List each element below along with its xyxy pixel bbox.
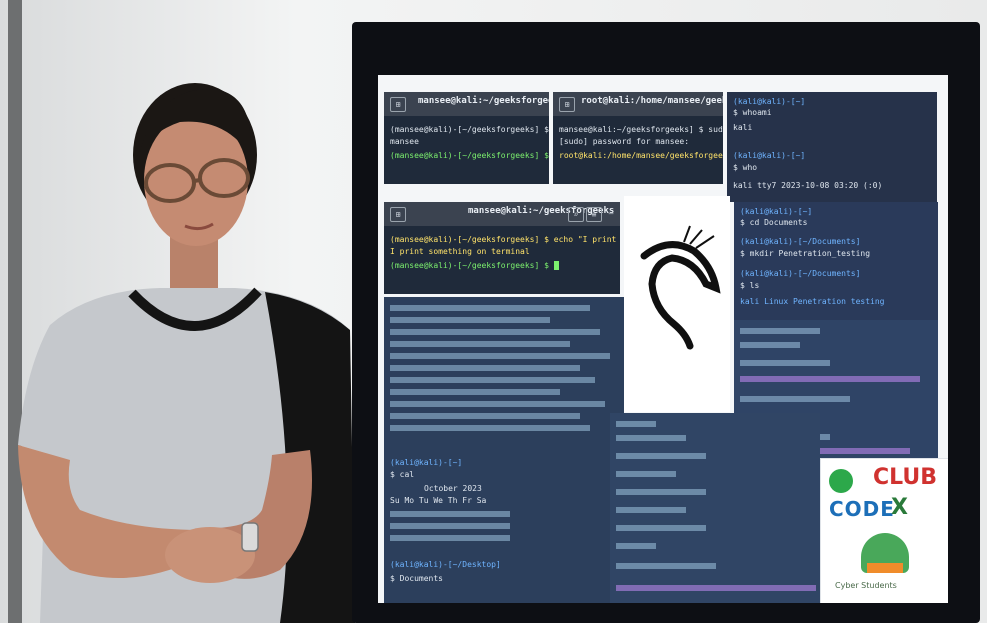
listing-row — [740, 376, 920, 382]
listing-row — [616, 543, 656, 549]
listing-row — [616, 525, 706, 531]
listing-row — [390, 317, 550, 323]
terminal-line: I print something on terminal — [390, 247, 530, 256]
listing-row — [616, 489, 706, 495]
club-text: CLUB — [873, 465, 938, 490]
x-text: X — [891, 495, 908, 520]
prompt-text: (mansee@kali)-[~/geeksforgeeks] $ — [390, 151, 549, 160]
terminal-line: (kali@kali)-[~] — [390, 458, 463, 467]
terminal-line: $ ls — [740, 281, 760, 290]
terminal-prompt: (mansee@kali)-[~/geeksforgeeks] $ — [390, 150, 549, 161]
listing-row — [390, 305, 590, 311]
terminal-line: kali tty7 2023-10-08 03:20 (:0) — [733, 181, 883, 190]
new-tab-icon[interactable]: ⊞ — [559, 97, 575, 112]
terminal-line: kali — [733, 123, 753, 132]
terminal-prompt: root@kali:/home/mansee/geeksforgeeks# — [559, 150, 723, 161]
terminal-line: (kali@kali)-[~] — [733, 151, 806, 160]
calendar-row — [390, 523, 510, 529]
kali-dragon-icon — [640, 225, 721, 350]
terminal-line: mansee — [390, 137, 419, 146]
terminal-window-top-mid[interactable]: ⊞ root@kali:/home/mansee/geeksforgeeks m… — [553, 92, 723, 184]
terminal-line: $ Documents — [390, 574, 443, 583]
terminal-window-bottom-left[interactable]: (kali@kali)-[~] $ cal October 2023 Su Mo… — [384, 297, 624, 603]
listing-row — [390, 377, 595, 383]
tv-screen: ⊞ mansee@kali:~/geeksforgeeks (mansee@ka… — [378, 75, 948, 603]
listing-row — [740, 360, 830, 366]
listing-row — [390, 353, 610, 359]
terminal-line: $ cd Documents — [740, 218, 808, 227]
terminal-line: mansee@kali:~/geeksforgeeks] $ sudo su — [559, 125, 723, 134]
terminal-window-mid-left[interactable]: ⊞ mansee@kali:~/geeksforgeeks ⌕ ≡ – (man… — [384, 202, 620, 294]
terminal-window-top-right[interactable]: (kali@kali)-[~] $ whoami kali (kali@kali… — [727, 92, 937, 202]
terminal-line: kali Linux Penetration testing — [740, 297, 885, 306]
listing-row — [390, 341, 570, 347]
terminal-line: (kali@kali)-[~] — [740, 207, 813, 216]
listing-row — [740, 328, 820, 334]
listing-row — [616, 435, 686, 441]
terminal-titlebar[interactable]: ⊞ root@kali:/home/mansee/geeksforgeeks — [553, 92, 723, 116]
listing-row — [740, 396, 850, 402]
kali-dragon-wallpaper — [624, 196, 730, 412]
listing-row — [616, 453, 706, 459]
calendar-row — [390, 535, 510, 541]
terminal-line: [sudo] password for mansee: — [559, 137, 690, 146]
terminal-line: (kali@kali)-[~/Desktop] — [390, 560, 501, 569]
terminal-line: $ who — [733, 163, 758, 172]
listing-row — [740, 342, 800, 348]
terminal-window-bottom-mid[interactable] — [610, 413, 820, 603]
listing-row — [390, 389, 560, 395]
terminal-line: $ whoami — [733, 108, 772, 117]
listing-row — [616, 421, 656, 427]
prompt-text: (mansee@kali)-[~/geeksforgeeks] $ — [390, 261, 549, 270]
terminal-line: (kali@kali)-[~/Documents] — [740, 269, 861, 278]
terminal-line: (kali@kali)-[~] — [733, 97, 806, 106]
calendar-row — [390, 511, 510, 517]
listing-row — [616, 585, 816, 591]
minimize-icon[interactable]: – — [604, 207, 618, 220]
terminal-titlebar[interactable]: ⊞ mansee@kali:~/geeksforgeeks — [384, 92, 549, 116]
terminal-window-top-left[interactable]: ⊞ mansee@kali:~/geeksforgeeks (mansee@ka… — [384, 92, 549, 184]
listing-row — [616, 563, 716, 569]
listing-row — [390, 413, 580, 419]
terminal-titlebar[interactable]: ⊞ mansee@kali:~/geeksforgeeks ⌕ ≡ – — [384, 202, 620, 226]
prompt-text: root@kali:/home/mansee/geeksforgeeks# — [559, 151, 723, 160]
listing-row — [390, 329, 600, 335]
menu-icon[interactable]: ≡ — [586, 207, 602, 222]
listing-row — [390, 425, 590, 431]
listing-row — [616, 507, 686, 513]
terminal-line: October 2023 — [424, 484, 482, 493]
terminal-line: $ cal — [390, 470, 415, 479]
listing-row — [390, 401, 605, 407]
code-text: CODE — [829, 497, 895, 521]
club-logo-icon — [829, 469, 853, 493]
terminal-title: root@kali:/home/mansee/geeksforgeeks — [581, 96, 723, 106]
terminal-line: (mansee@kali)-[~/geeksforgeeks] $ echo "… — [390, 235, 620, 244]
listing-row — [390, 365, 580, 371]
new-tab-icon[interactable]: ⊞ — [390, 207, 406, 222]
new-tab-icon[interactable]: ⊞ — [390, 97, 406, 112]
terminal-line: (mansee@kali)-[~/geeksforgeeks] $ whoami — [390, 125, 549, 134]
text-cursor — [553, 261, 559, 270]
search-icon[interactable]: ⌕ — [568, 207, 584, 222]
terminal-line: $ mkdir Penetration_testing — [740, 249, 871, 258]
presenter — [18, 83, 355, 623]
listing-row — [616, 471, 676, 477]
terminal-prompt: (mansee@kali)-[~/geeksforgeeks] $ — [390, 260, 559, 271]
terminal-title: mansee@kali:~/geeksforgeeks — [418, 96, 549, 106]
club-logo-card: CLUB CODE X Cyber Students — [820, 458, 948, 603]
logo-band — [867, 563, 903, 573]
terminal-line: (kali@kali)-[~/Documents] — [740, 237, 861, 246]
terminal-window-right-mid[interactable]: (kali@kali)-[~] $ cd Documents (kali@kal… — [734, 202, 938, 320]
terminal-line: Su Mo Tu We Th Fr Sa — [390, 496, 487, 505]
logo-caption: Cyber Students — [835, 581, 897, 590]
